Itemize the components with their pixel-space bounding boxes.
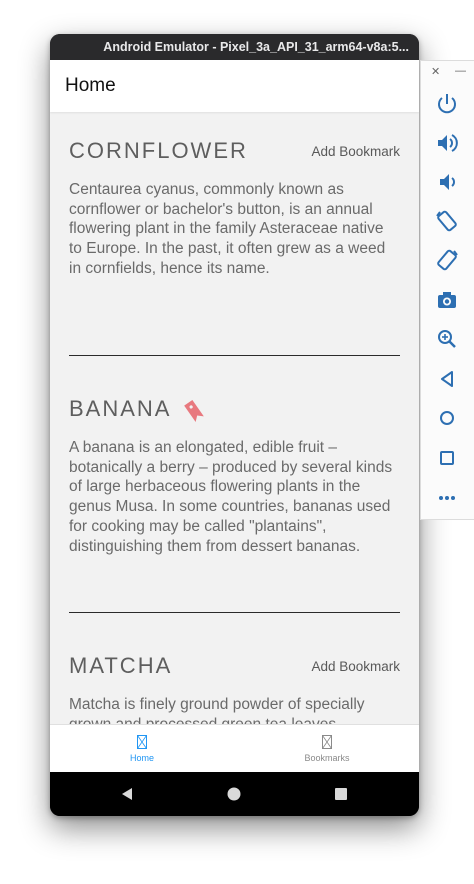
- rotate-left-icon[interactable]: [434, 208, 460, 234]
- volume-down-icon[interactable]: [434, 169, 460, 195]
- home-icon[interactable]: [227, 787, 241, 801]
- page-title: Home: [65, 75, 116, 96]
- card-divider: [69, 355, 400, 356]
- back-icon[interactable]: [434, 366, 460, 392]
- volume-up-icon[interactable]: [434, 130, 460, 156]
- back-icon[interactable]: [120, 787, 134, 801]
- card-title: MATCHA: [69, 653, 173, 678]
- card-description: Centaurea cyanus, commonly known as corn…: [69, 181, 386, 277]
- window-title: Android Emulator - Pixel_3a_API_31_arm64…: [50, 34, 419, 60]
- card-header: BANANA: [69, 390, 400, 430]
- card-header: CORNFLOWER Add Bookmark: [69, 132, 400, 172]
- card-description: A banana is an elongated, edible fruit –…: [69, 439, 393, 555]
- card-header: MATCHA Add Bookmark: [69, 647, 400, 687]
- overview-icon[interactable]: [434, 445, 460, 471]
- add-bookmark-button[interactable]: Add Bookmark: [311, 144, 400, 159]
- card-title: BANANA: [69, 396, 172, 421]
- bookmark-icon[interactable]: [181, 398, 207, 424]
- tab-home[interactable]: Home: [50, 725, 234, 772]
- close-icon[interactable]: ✕: [431, 65, 440, 78]
- more-icon[interactable]: [434, 485, 460, 511]
- card-divider: [69, 612, 400, 613]
- card-title: CORNFLOWER: [69, 138, 248, 163]
- camera-icon[interactable]: [434, 287, 460, 313]
- emulator-toolbar: ✕ —: [420, 60, 474, 520]
- card-description: Matcha is finely ground powder of specia…: [69, 696, 365, 724]
- system-navigation-bar: [50, 772, 419, 816]
- card-cornflower: CORNFLOWER Add Bookmark Centaurea cyanus…: [69, 132, 400, 279]
- bookmarks-tab-icon: [322, 735, 332, 749]
- recents-icon[interactable]: [334, 787, 348, 801]
- emulator-window: Android Emulator - Pixel_3a_API_31_arm64…: [50, 34, 419, 816]
- tab-bookmarks[interactable]: Bookmarks: [235, 725, 419, 772]
- bottom-navigation: Home Bookmarks: [50, 724, 419, 772]
- card-banana: BANANA A banana is an elongated, edible …: [69, 390, 400, 556]
- card-matcha: MATCHA Add Bookmark Matcha is finely gro…: [69, 647, 400, 724]
- minimize-icon[interactable]: —: [455, 65, 466, 77]
- zoom-icon[interactable]: [434, 326, 460, 352]
- tab-label: Home: [129, 753, 154, 763]
- add-bookmark-button[interactable]: Add Bookmark: [311, 659, 400, 674]
- tab-label: Bookmarks: [304, 753, 350, 763]
- device-screen: Home CORNFLOWER Add Bookmark Centaurea c…: [50, 60, 419, 772]
- home-tab-icon: [137, 735, 147, 749]
- card-list[interactable]: CORNFLOWER Add Bookmark Centaurea cyanus…: [50, 112, 419, 724]
- rotate-right-icon[interactable]: [434, 247, 460, 273]
- power-icon[interactable]: [434, 91, 460, 117]
- home-icon[interactable]: [434, 405, 460, 431]
- app-bar: Home: [50, 60, 419, 112]
